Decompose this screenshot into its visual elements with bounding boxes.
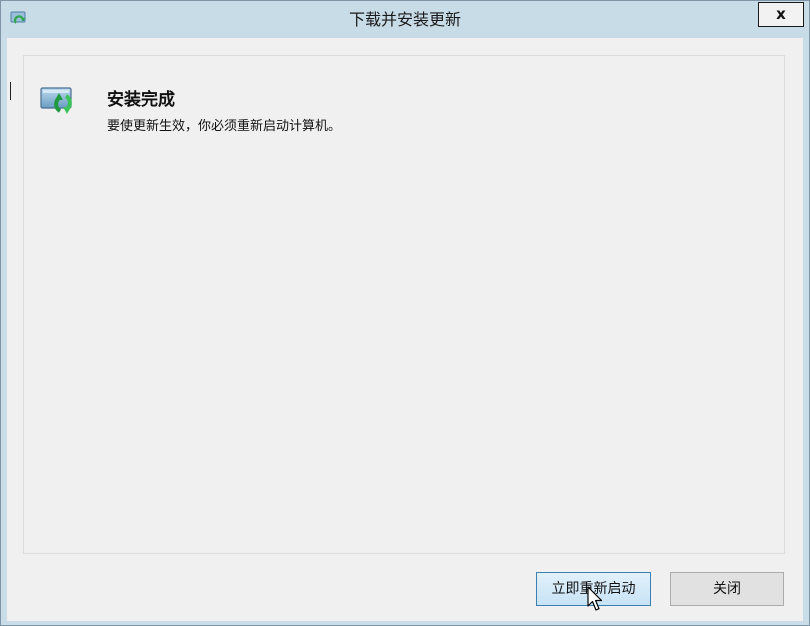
windows-update-icon bbox=[40, 87, 72, 114]
windows-update-icon bbox=[10, 11, 26, 24]
status-message: 要使更新生效，你必须重新启动计算机。 bbox=[107, 119, 342, 134]
title-bar[interactable]: 下载并安装更新 x bbox=[1, 1, 809, 38]
content-panel: 安装完成 要使更新生效，你必须重新启动计算机。 bbox=[23, 55, 785, 554]
close-button[interactable]: 关闭 bbox=[670, 572, 784, 606]
window-title: 下载并安装更新 bbox=[348, 10, 461, 29]
close-window-button[interactable]: x bbox=[758, 2, 804, 27]
mouse-pointer-icon bbox=[587, 586, 603, 611]
dialog-client-area: 安装完成 要使更新生效，你必须重新启动计算机。 立即重新启动 关闭 bbox=[7, 38, 803, 621]
status-heading: 安装完成 bbox=[107, 90, 175, 110]
update-dialog-window: 下载并安装更新 x 安装完成 要使更新生效，你必须重新启动计算机。 立即重新启动… bbox=[0, 0, 810, 626]
text-caret bbox=[10, 82, 11, 100]
